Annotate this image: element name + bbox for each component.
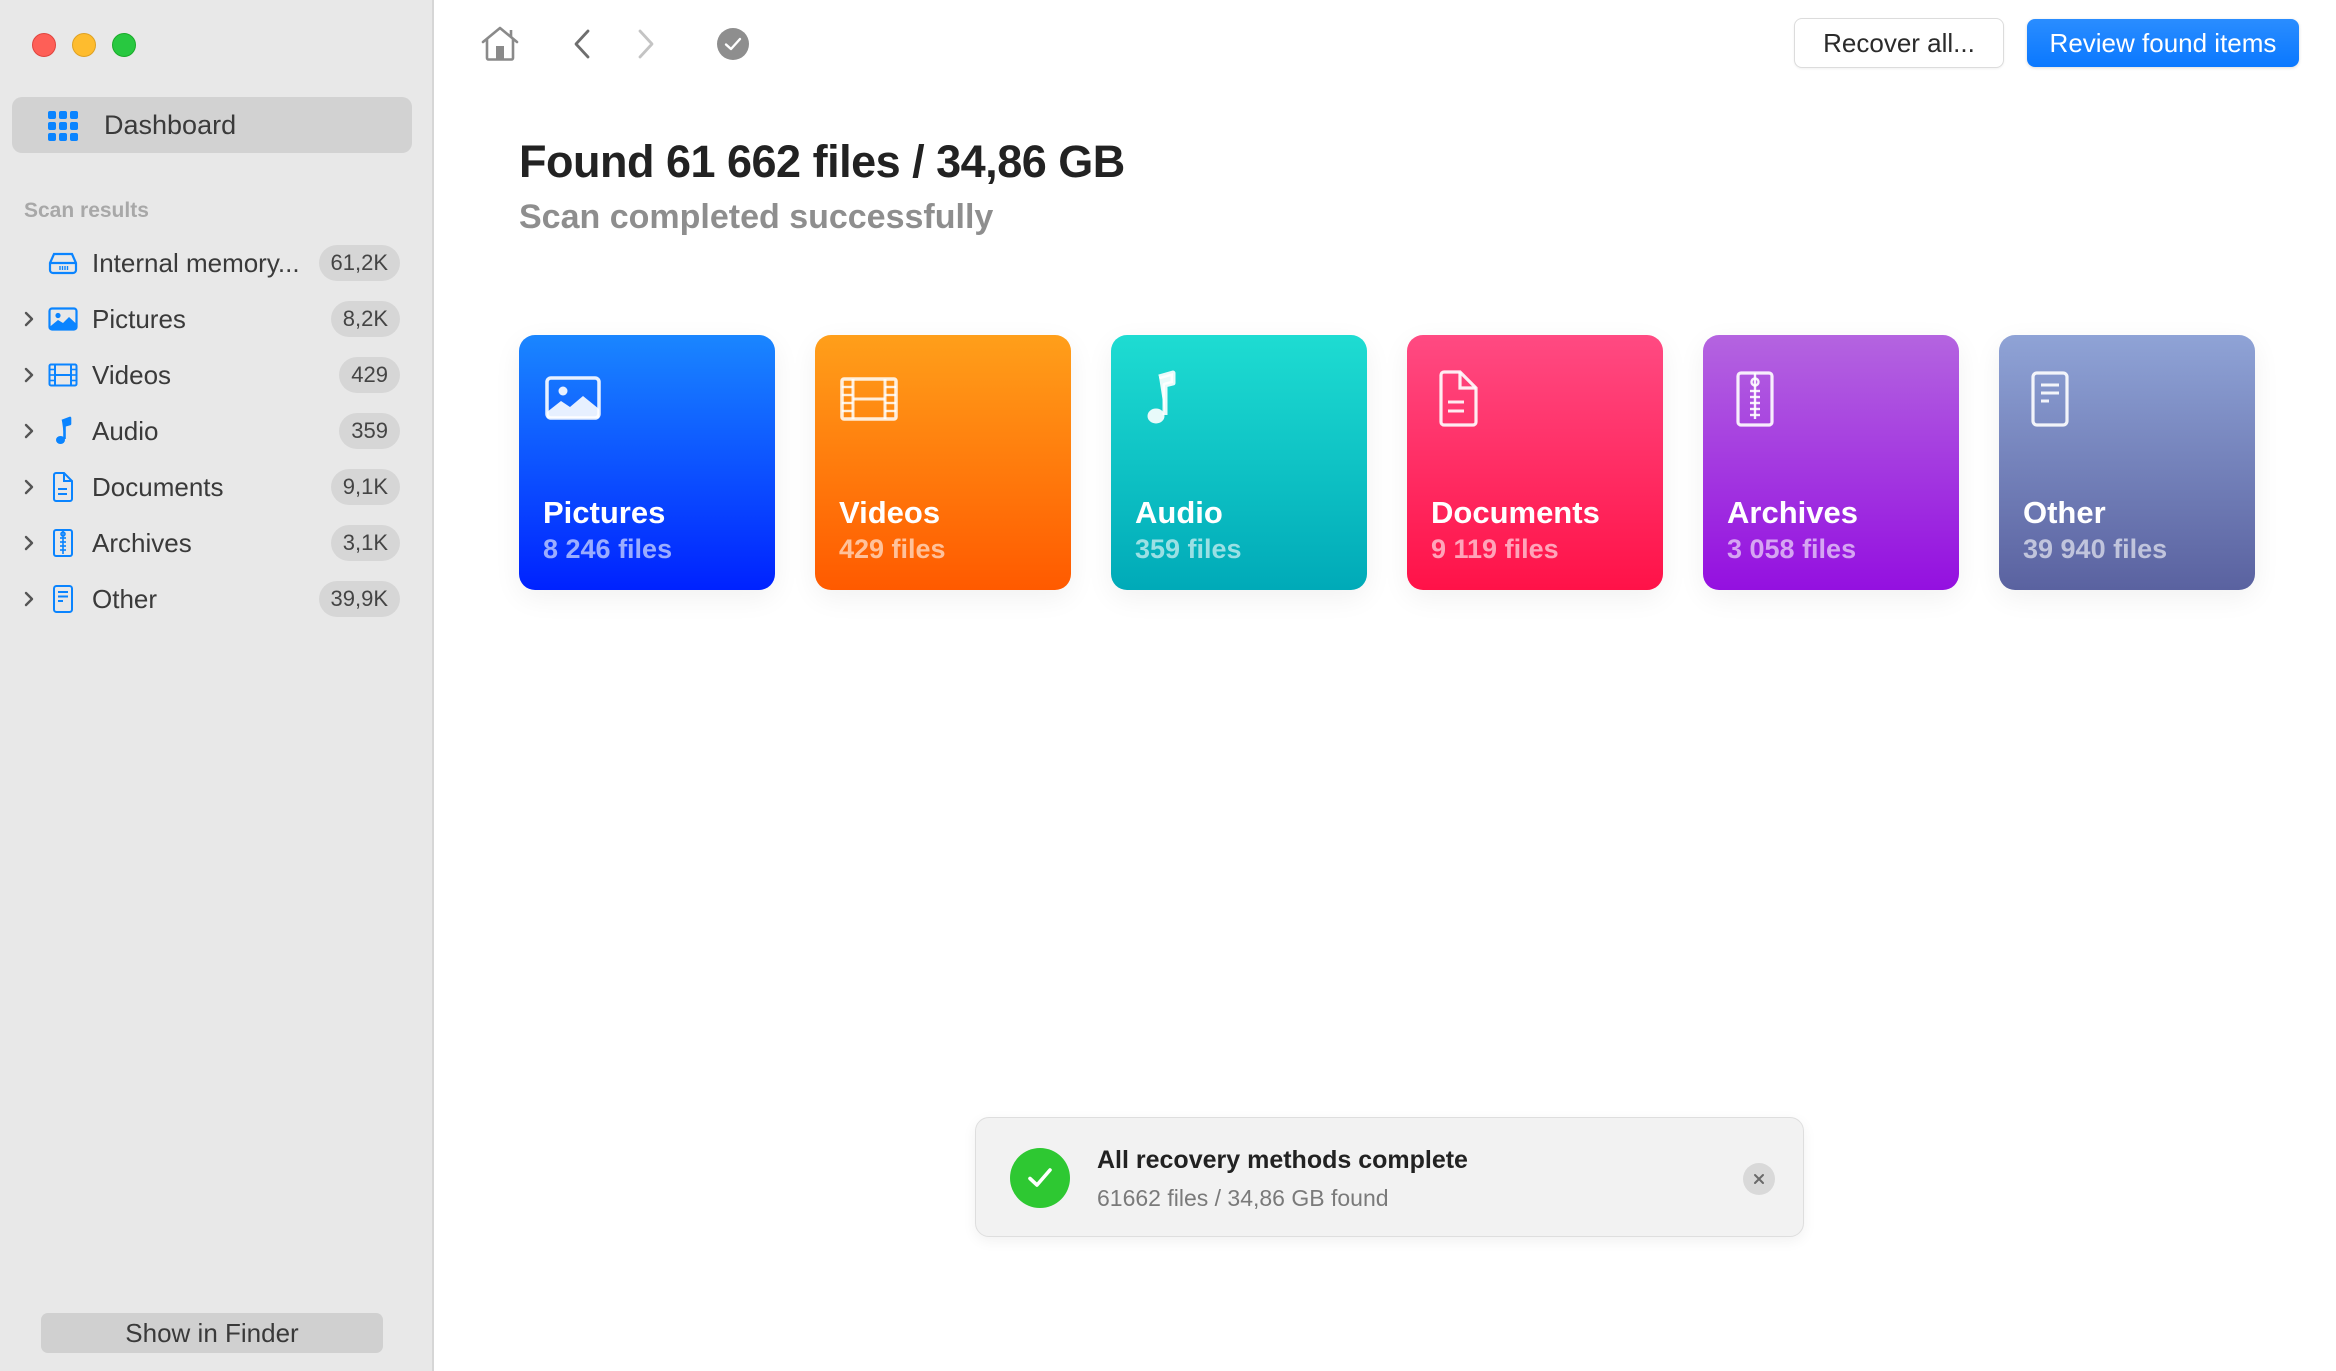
document-icon <box>46 470 80 504</box>
home-button[interactable] <box>480 24 520 64</box>
drive-icon <box>46 246 80 280</box>
checkmark-icon <box>1028 1168 1052 1187</box>
show-in-finder-button[interactable]: Show in Finder <box>41 1313 383 1353</box>
grid-icon <box>48 111 78 141</box>
film-icon <box>840 377 898 421</box>
card-pictures[interactable]: Pictures 8 246 files <box>519 335 775 590</box>
count-badge: 359 <box>339 413 400 449</box>
scan-status-subtitle: Scan completed successfully <box>519 198 994 236</box>
document-icon <box>1439 370 1478 427</box>
sidebar-item-audio[interactable]: Audio 359 <box>0 406 434 456</box>
sidebar-item-pictures[interactable]: Pictures 8,2K <box>0 294 434 344</box>
close-toast-button[interactable] <box>1743 1163 1775 1195</box>
card-count: 359 files <box>1135 534 1242 564</box>
chevron-right-icon[interactable] <box>22 365 36 385</box>
sidebar-item-label: Dashboard <box>104 109 237 140</box>
photo-icon <box>46 302 80 336</box>
sidebar-item-label: Pictures <box>92 303 186 334</box>
film-icon <box>46 358 80 392</box>
card-documents[interactable]: Documents 9 119 files <box>1407 335 1663 590</box>
other-file-icon <box>2031 371 2069 427</box>
card-audio[interactable]: Audio 359 files <box>1111 335 1367 590</box>
count-badge: 8,2K <box>330 301 400 337</box>
sidebar-item-label: Other <box>92 583 158 614</box>
card-title: Pictures <box>543 495 666 530</box>
music-note-icon <box>46 414 80 448</box>
music-note-icon <box>1147 370 1176 424</box>
card-title: Documents <box>1431 495 1600 530</box>
chevron-right-icon <box>638 29 654 59</box>
chevron-right-icon[interactable] <box>22 421 36 441</box>
close-icon <box>1754 1174 1764 1184</box>
checkmark-icon <box>724 37 742 51</box>
chevron-right-icon[interactable] <box>22 477 36 497</box>
sidebar-item-videos[interactable]: Videos 429 <box>0 350 434 400</box>
chevron-right-icon[interactable] <box>22 589 36 609</box>
completion-toast: All recovery methods complete 61662 file… <box>975 1117 1804 1237</box>
scan-status-button[interactable] <box>717 28 749 60</box>
card-count: 8 246 files <box>543 534 673 564</box>
sidebar-item-dashboard[interactable]: Dashboard <box>12 97 412 153</box>
sidebar-item-other[interactable]: Other 39,9K <box>0 574 434 624</box>
other-file-icon <box>46 582 80 616</box>
sidebar-item-label: Internal memory... <box>92 247 300 278</box>
forward-button[interactable] <box>634 24 658 64</box>
success-badge <box>1010 1148 1070 1208</box>
sidebar-item-label: Audio <box>92 415 159 446</box>
card-title: Audio <box>1135 495 1223 530</box>
card-title: Other <box>2023 495 2106 530</box>
card-other[interactable]: Other 39 940 files <box>1999 335 2255 590</box>
review-found-items-button[interactable]: Review found items <box>2027 19 2299 67</box>
sidebar-item-label: Videos <box>92 359 172 390</box>
chevron-right-icon[interactable] <box>22 533 36 553</box>
card-videos[interactable]: Videos 429 files <box>815 335 1071 590</box>
page-title: Found 61 662 files / 34,86 GB <box>519 136 1125 187</box>
card-title: Videos <box>839 495 941 530</box>
zoom-window-button[interactable] <box>112 33 136 57</box>
count-badge: 39,9K <box>318 581 400 617</box>
recover-all-button[interactable]: Recover all... <box>1794 18 2004 68</box>
count-badge: 3,1K <box>330 525 400 561</box>
card-count: 3 058 files <box>1727 534 1857 564</box>
card-count: 39 940 files <box>2023 534 2168 564</box>
photo-icon <box>545 376 601 420</box>
count-badge: 61,2K <box>318 245 400 281</box>
sidebar-item-internal-memory[interactable]: Internal memory... 61,2K <box>0 238 434 288</box>
chevron-left-icon <box>574 29 590 59</box>
sidebar-item-documents[interactable]: Documents 9,1K <box>0 462 434 512</box>
close-window-button[interactable] <box>32 33 56 57</box>
sidebar-item-archives[interactable]: Archives 3,1K <box>0 518 434 568</box>
home-icon <box>481 26 519 61</box>
toast-title: All recovery methods complete <box>1097 1146 1468 1174</box>
scan-results-header: Scan results <box>24 199 149 222</box>
chevron-right-icon[interactable] <box>22 309 36 329</box>
toast-detail: 61662 files / 34,86 GB found <box>1097 1185 1389 1211</box>
count-badge: 429 <box>339 357 400 393</box>
card-title: Archives <box>1727 495 1858 530</box>
minimize-window-button[interactable] <box>72 33 96 57</box>
archive-icon <box>46 526 80 560</box>
sidebar-item-label: Archives <box>92 527 192 558</box>
archive-icon <box>1736 371 1774 427</box>
card-count: 429 files <box>839 534 946 564</box>
card-count: 9 119 files <box>1431 534 1559 564</box>
sidebar: Dashboard Scan results Internal memory..… <box>0 0 434 1371</box>
card-archives[interactable]: Archives 3 058 files <box>1703 335 1959 590</box>
window-controls <box>32 33 136 57</box>
sidebar-item-label: Documents <box>92 471 224 502</box>
count-badge: 9,1K <box>330 469 400 505</box>
back-button[interactable] <box>570 24 594 64</box>
